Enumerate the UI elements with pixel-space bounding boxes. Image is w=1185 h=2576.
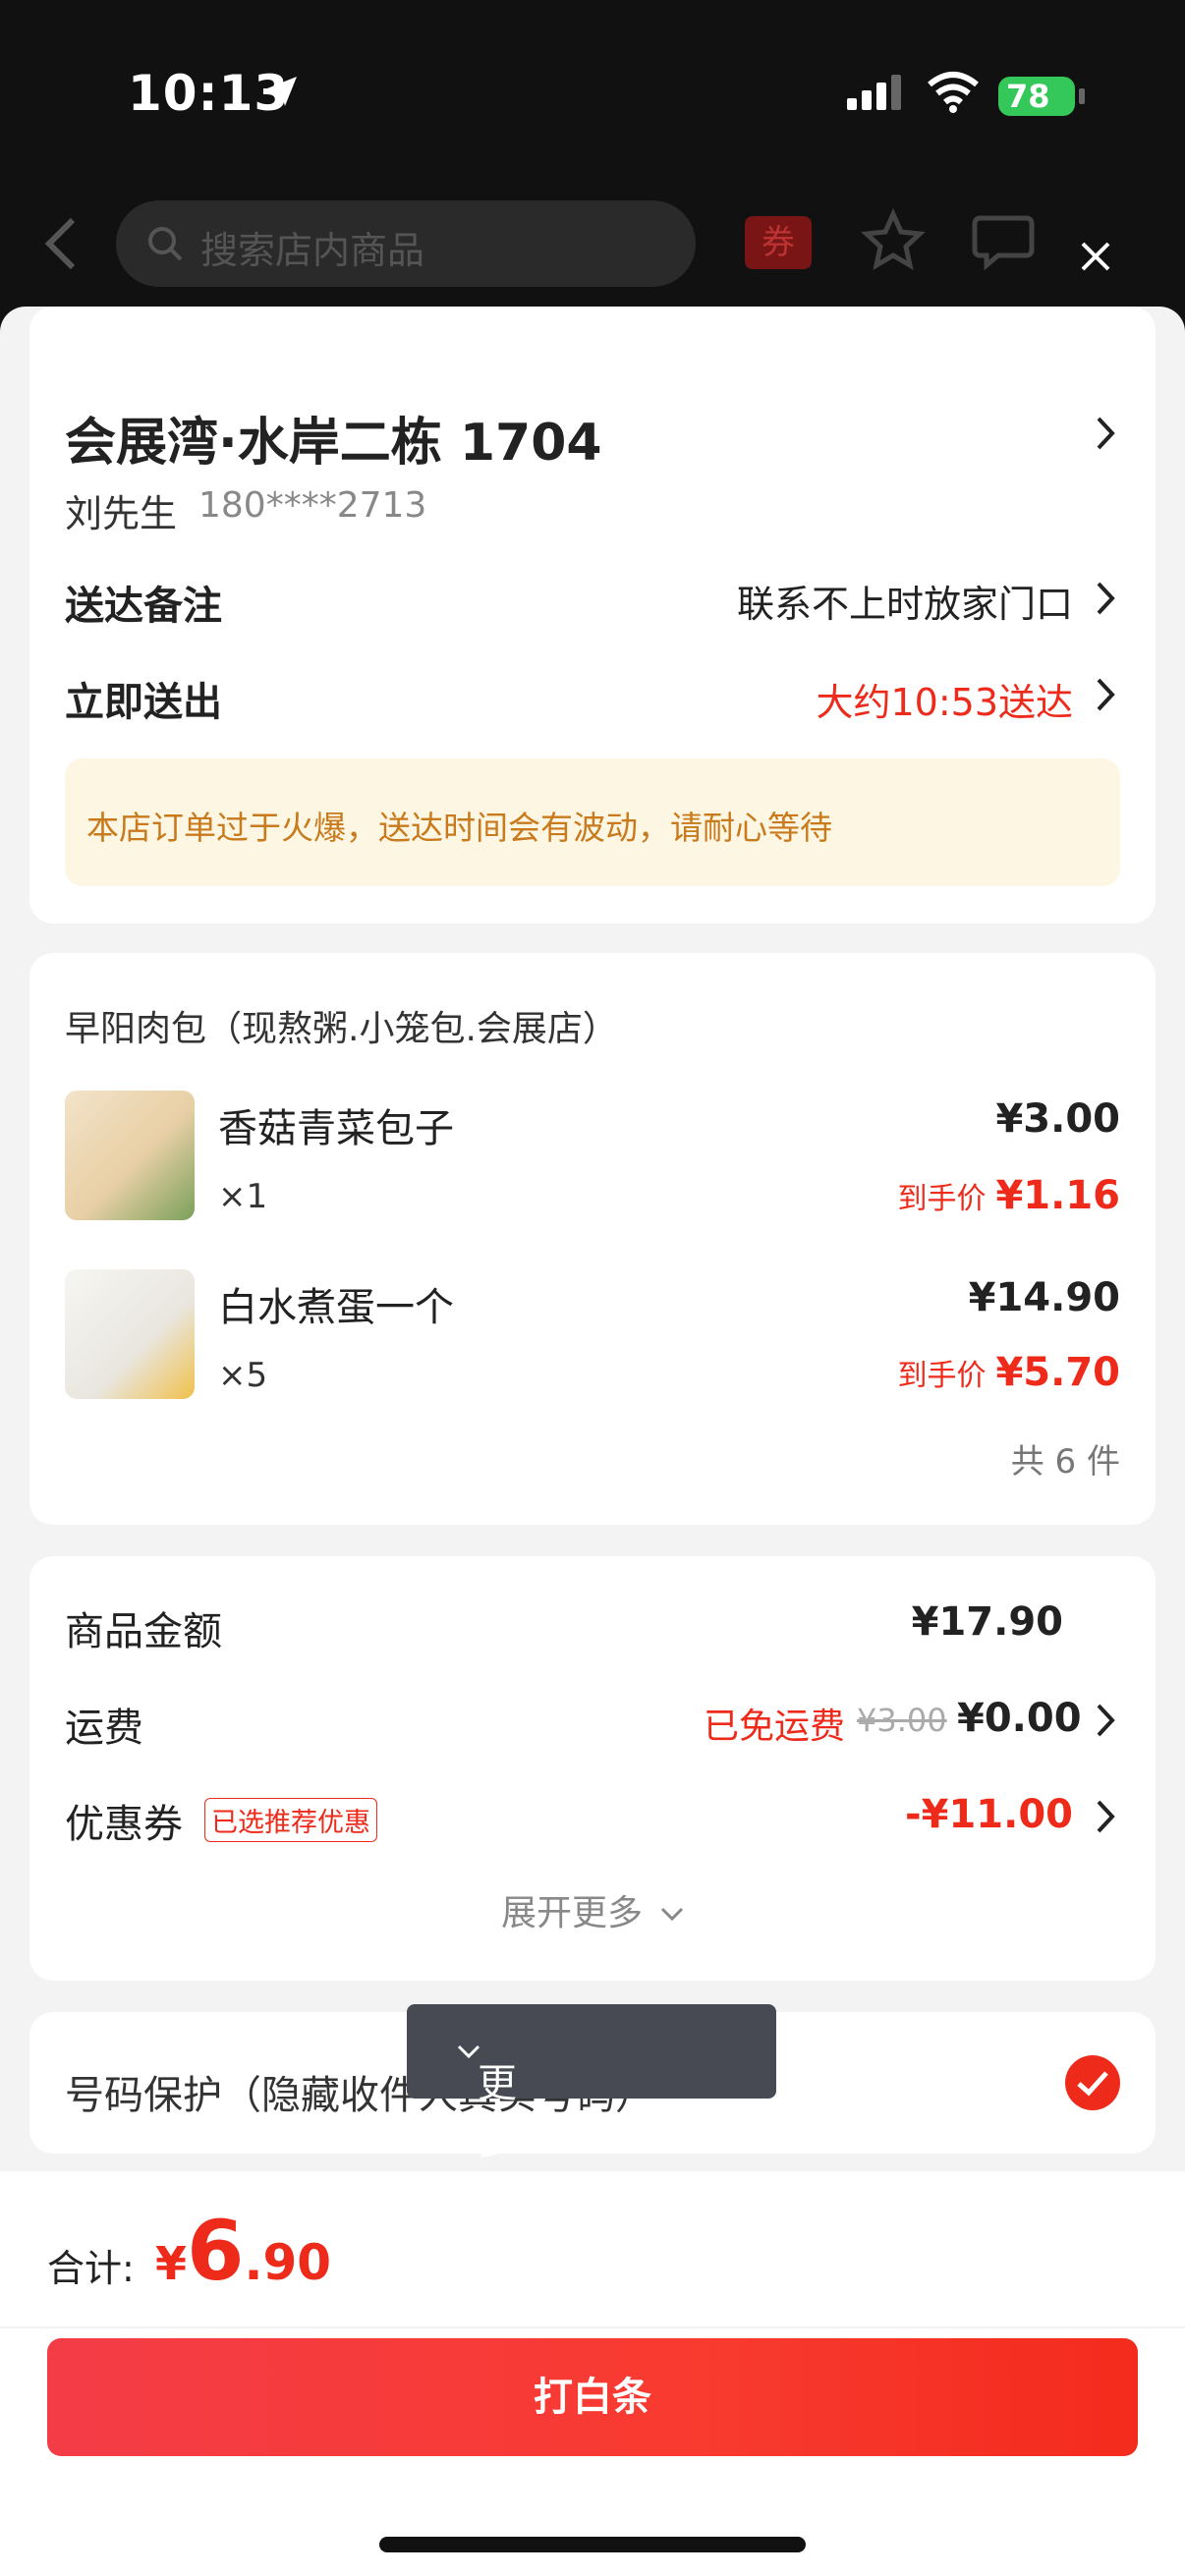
recipient-phone: 180****2713 — [198, 485, 427, 526]
item-qty: ×1 — [218, 1177, 268, 1216]
final-price-label: 到手价 — [897, 1182, 987, 1216]
final-price-value: ¥5.70 — [995, 1350, 1120, 1395]
more-payment-methods-button[interactable]: 更多支付方式 — [407, 2004, 776, 2391]
pay-button[interactable]: 打白条 — [47, 2338, 1138, 2456]
search-placeholder: 搜索店内商品 — [200, 229, 425, 272]
total-amount: ¥6.90 — [155, 2203, 331, 2299]
total-currency: ¥ — [155, 2237, 188, 2290]
original-shipping-fee: ¥3.00 — [857, 1702, 947, 1739]
delivery-time-label: 立即送出 — [65, 680, 222, 725]
final-price-label: 到手价 — [897, 1359, 987, 1393]
shop-name[interactable]: 早阳肉包（现熬粥.小笼包.会展店） — [65, 1000, 618, 1051]
store-search-input[interactable]: 搜索店内商品 — [116, 200, 696, 287]
busy-notice-text: 本店订单过于火爆，送达时间会有波动，请耐心等待 — [86, 809, 832, 847]
goods-amount-label: 商品金额 — [65, 1609, 222, 1654]
location-arrow-icon — [267, 77, 297, 106]
delivery-note-value[interactable]: 联系不上时放家门口 — [737, 574, 1073, 628]
chevron-right-icon[interactable] — [1095, 1798, 1118, 1835]
shipping-value[interactable]: ¥0.00 — [957, 1696, 1082, 1741]
item-image-bun[interactable] — [65, 1091, 195, 1220]
free-shipping-tag: 已免运费 — [704, 1707, 846, 1747]
chevron-down-icon — [661, 1907, 684, 1922]
item-name[interactable]: 白水煮蛋一个 — [218, 1275, 454, 1332]
item-final-price: 到手价 ¥5.70 — [897, 1350, 1120, 1395]
chat-icon[interactable] — [971, 208, 1040, 273]
item-price: ¥14.90 — [968, 1275, 1120, 1320]
signal-icon — [847, 75, 901, 110]
recipient-name: 刘先生 — [65, 492, 178, 535]
item-total-count: 共 6 件 — [1010, 1442, 1120, 1482]
item-image-egg[interactable] — [65, 1269, 195, 1399]
expand-more-label: 展开更多 — [501, 1893, 644, 1933]
coupon-button[interactable]: 券 — [745, 216, 812, 269]
more-payment-methods-label: 更多支付方式 — [442, 2028, 517, 2391]
checkout-screen: 10:13 78 搜索店内商品 券 会展湾·水岸二栋 1704 刘先生 180*… — [0, 0, 1185, 2576]
coupon-discount-value[interactable]: -¥11.00 — [905, 1792, 1073, 1837]
shipping-label: 运费 — [65, 1706, 143, 1751]
coupon-recommended-badge: 已选推荐优惠 — [204, 1798, 377, 1842]
item-name[interactable]: 香菇青菜包子 — [218, 1096, 454, 1153]
number-protection-checkbox[interactable] — [1065, 2055, 1120, 2110]
order-items-card: 早阳肉包（现熬粥.小笼包.会展店） 香菇青菜包子 ×1 ¥3.00 到手价 ¥1.… — [29, 953, 1156, 1525]
chevron-right-icon[interactable] — [1095, 1702, 1118, 1739]
star-icon[interactable] — [861, 208, 926, 273]
address-title[interactable]: 会展湾·水岸二栋 1704 — [65, 401, 602, 475]
coupon-label: 优惠券 — [65, 1802, 183, 1847]
total-decimal: .90 — [244, 2234, 332, 2291]
search-icon — [148, 227, 183, 261]
address-card: 会展湾·水岸二栋 1704 刘先生 180****2713 送达备注 联系不上时… — [29, 307, 1156, 924]
home-indicator[interactable] — [379, 2537, 806, 2552]
close-icon[interactable] — [1079, 240, 1112, 273]
chevron-right-icon[interactable] — [1095, 415, 1118, 452]
chevron-right-icon[interactable] — [1095, 676, 1118, 713]
divider — [0, 2326, 1185, 2328]
check-icon — [1077, 2071, 1108, 2097]
chevron-right-icon[interactable] — [1095, 580, 1118, 617]
delivery-note-label: 送达备注 — [65, 584, 222, 629]
total-integer: 6 — [187, 2203, 245, 2299]
item-qty: ×5 — [218, 1356, 268, 1395]
busy-notice: 本店订单过于火爆，送达时间会有波动，请耐心等待 — [65, 758, 1120, 886]
total-label: 合计: — [47, 2247, 135, 2290]
fees-card: 商品金额 ¥17.90 运费 已免运费 ¥3.00 ¥0.00 优惠券 已选推荐… — [29, 1556, 1156, 1981]
wifi-icon — [928, 72, 979, 113]
item-final-price: 到手价 ¥1.16 — [897, 1173, 1120, 1218]
item-price: ¥3.00 — [995, 1096, 1120, 1142]
expand-more-button[interactable]: 展开更多 — [501, 1884, 685, 1935]
final-price-value: ¥1.16 — [995, 1173, 1120, 1218]
delivery-time-value[interactable]: 大约10:53送达 — [816, 672, 1073, 726]
battery-indicator: 78 — [998, 77, 1075, 116]
goods-amount-value: ¥17.90 — [911, 1599, 1063, 1645]
checkout-bar: 合计: ¥6.90 打白条 — [0, 2171, 1185, 2576]
back-icon[interactable] — [41, 214, 81, 273]
battery-cap — [1079, 88, 1085, 104]
